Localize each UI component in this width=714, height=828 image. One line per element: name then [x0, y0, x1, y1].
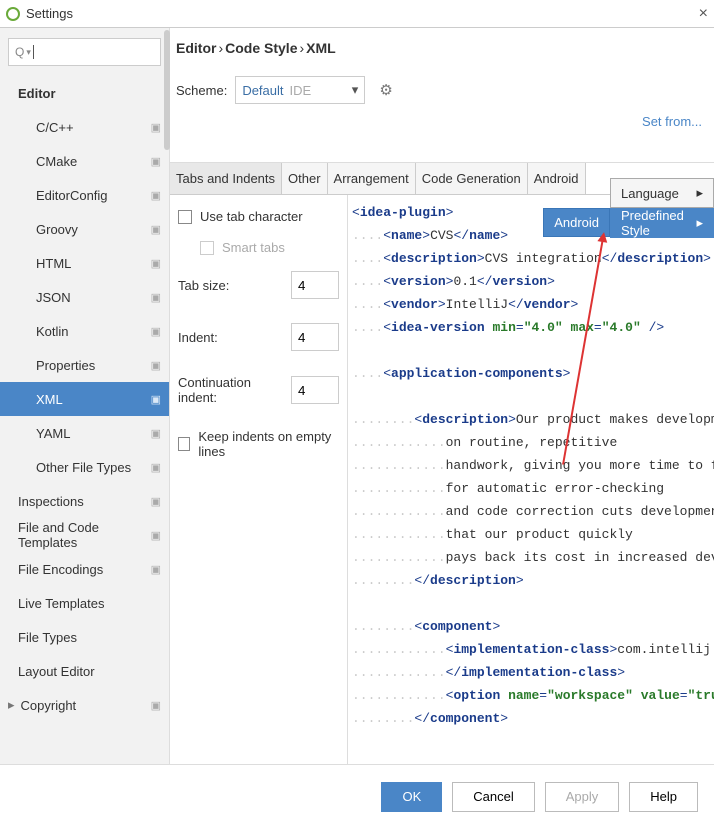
tab-size-input[interactable]	[291, 271, 339, 299]
tab-tabs-indents[interactable]: Tabs and Indents	[170, 163, 282, 194]
popup-predefined-style[interactable]: Predefined Style▸	[610, 208, 714, 238]
indent-input[interactable]	[291, 323, 339, 351]
tree-groovy[interactable]: Groovy▣	[0, 212, 169, 246]
indent-label: Indent:	[178, 330, 291, 345]
project-icon: ▣	[151, 699, 161, 712]
project-icon: ▣	[151, 291, 161, 304]
tree-file-code-templates[interactable]: File and Code Templates▣	[0, 518, 169, 552]
search-input[interactable]: Q▾	[8, 38, 161, 66]
set-from-link[interactable]: Set from...	[642, 114, 702, 129]
tab-other[interactable]: Other	[282, 163, 328, 194]
project-icon: ▣	[151, 121, 161, 134]
project-icon: ▣	[151, 155, 161, 168]
scheme-label: Scheme:	[176, 83, 227, 98]
project-icon: ▣	[151, 563, 161, 576]
tree-kotlin[interactable]: Kotlin▣	[0, 314, 169, 348]
keep-indents-checkbox[interactable]: Keep indents on empty lines	[178, 429, 339, 459]
project-icon: ▣	[151, 257, 161, 270]
tree-layout-editor[interactable]: Layout Editor	[0, 654, 169, 688]
cont-indent-input[interactable]	[291, 376, 339, 404]
tree-properties[interactable]: Properties▣	[0, 348, 169, 382]
sidebar: Q▾ Editor C/C++▣ CMake▣ EditorConfig▣ Gr…	[0, 28, 170, 764]
tree-xml[interactable]: XML▣	[0, 382, 169, 416]
project-icon: ▣	[151, 325, 161, 338]
tree-live-templates[interactable]: Live Templates	[0, 586, 169, 620]
main-panel: Editor›Code Style›XML Scheme: Default ID…	[170, 28, 714, 764]
app-icon	[6, 7, 20, 21]
dialog-buttons: OK Cancel Apply Help	[0, 764, 714, 828]
tree-file-encodings[interactable]: File Encodings▣	[0, 552, 169, 586]
tree-editorconfig[interactable]: EditorConfig▣	[0, 178, 169, 212]
window-title: Settings	[26, 6, 699, 21]
tree-html[interactable]: HTML▣	[0, 246, 169, 280]
indent-form: Use tab character Smart tabs Tab size: I…	[170, 195, 348, 764]
cancel-button[interactable]: Cancel	[452, 782, 534, 812]
tree-cmake[interactable]: CMake▣	[0, 144, 169, 178]
project-icon: ▣	[151, 393, 161, 406]
tree-copyright[interactable]: Copyright▣	[0, 688, 169, 722]
help-button[interactable]: Help	[629, 782, 698, 812]
setfrom-popup: Language▸ Predefined Style▸	[610, 178, 714, 238]
project-icon: ▣	[151, 495, 161, 508]
tree-yaml[interactable]: YAML▣	[0, 416, 169, 450]
project-icon: ▣	[151, 189, 161, 202]
settings-tree: Editor C/C++▣ CMake▣ EditorConfig▣ Groov…	[0, 76, 169, 764]
tree-file-types[interactable]: File Types	[0, 620, 169, 654]
code-preview: <idea-plugin> ....<name>CVS</name> ....<…	[348, 195, 714, 764]
project-icon: ▣	[151, 359, 161, 372]
project-icon: ▣	[151, 427, 161, 440]
scheme-select[interactable]: Default IDE ▾	[235, 76, 365, 104]
chevron-down-icon: ▾	[352, 82, 359, 98]
project-icon: ▣	[151, 529, 161, 542]
chevron-right-icon: ▸	[696, 215, 703, 231]
apply-button: Apply	[545, 782, 620, 812]
gear-icon[interactable]: ⚙	[379, 81, 392, 99]
search-icon: Q	[15, 45, 24, 59]
smart-tabs-checkbox: Smart tabs	[200, 240, 339, 255]
tab-android[interactable]: Android	[528, 163, 586, 194]
tab-size-label: Tab size:	[178, 278, 291, 293]
tree-cpp[interactable]: C/C++▣	[0, 110, 169, 144]
popup-language[interactable]: Language▸	[610, 178, 714, 208]
chevron-right-icon: ▸	[696, 185, 703, 201]
tree-json[interactable]: JSON▣	[0, 280, 169, 314]
use-tab-checkbox[interactable]: Use tab character	[178, 209, 339, 224]
ok-button[interactable]: OK	[381, 782, 442, 812]
tree-editor[interactable]: Editor	[0, 76, 169, 110]
breadcrumb: Editor›Code Style›XML	[170, 28, 714, 72]
tree-other-file-types[interactable]: Other File Types▣	[0, 450, 169, 484]
project-icon: ▣	[151, 461, 161, 474]
tree-inspections[interactable]: Inspections▣	[0, 484, 169, 518]
tab-code-generation[interactable]: Code Generation	[416, 163, 528, 194]
scheme-row: Scheme: Default IDE ▾ ⚙	[170, 72, 714, 118]
title-bar: Settings ×	[0, 0, 714, 28]
tab-arrangement[interactable]: Arrangement	[328, 163, 416, 194]
close-icon[interactable]: ×	[699, 5, 708, 23]
project-icon: ▣	[151, 223, 161, 236]
cont-indent-label: Continuation indent:	[178, 375, 291, 405]
